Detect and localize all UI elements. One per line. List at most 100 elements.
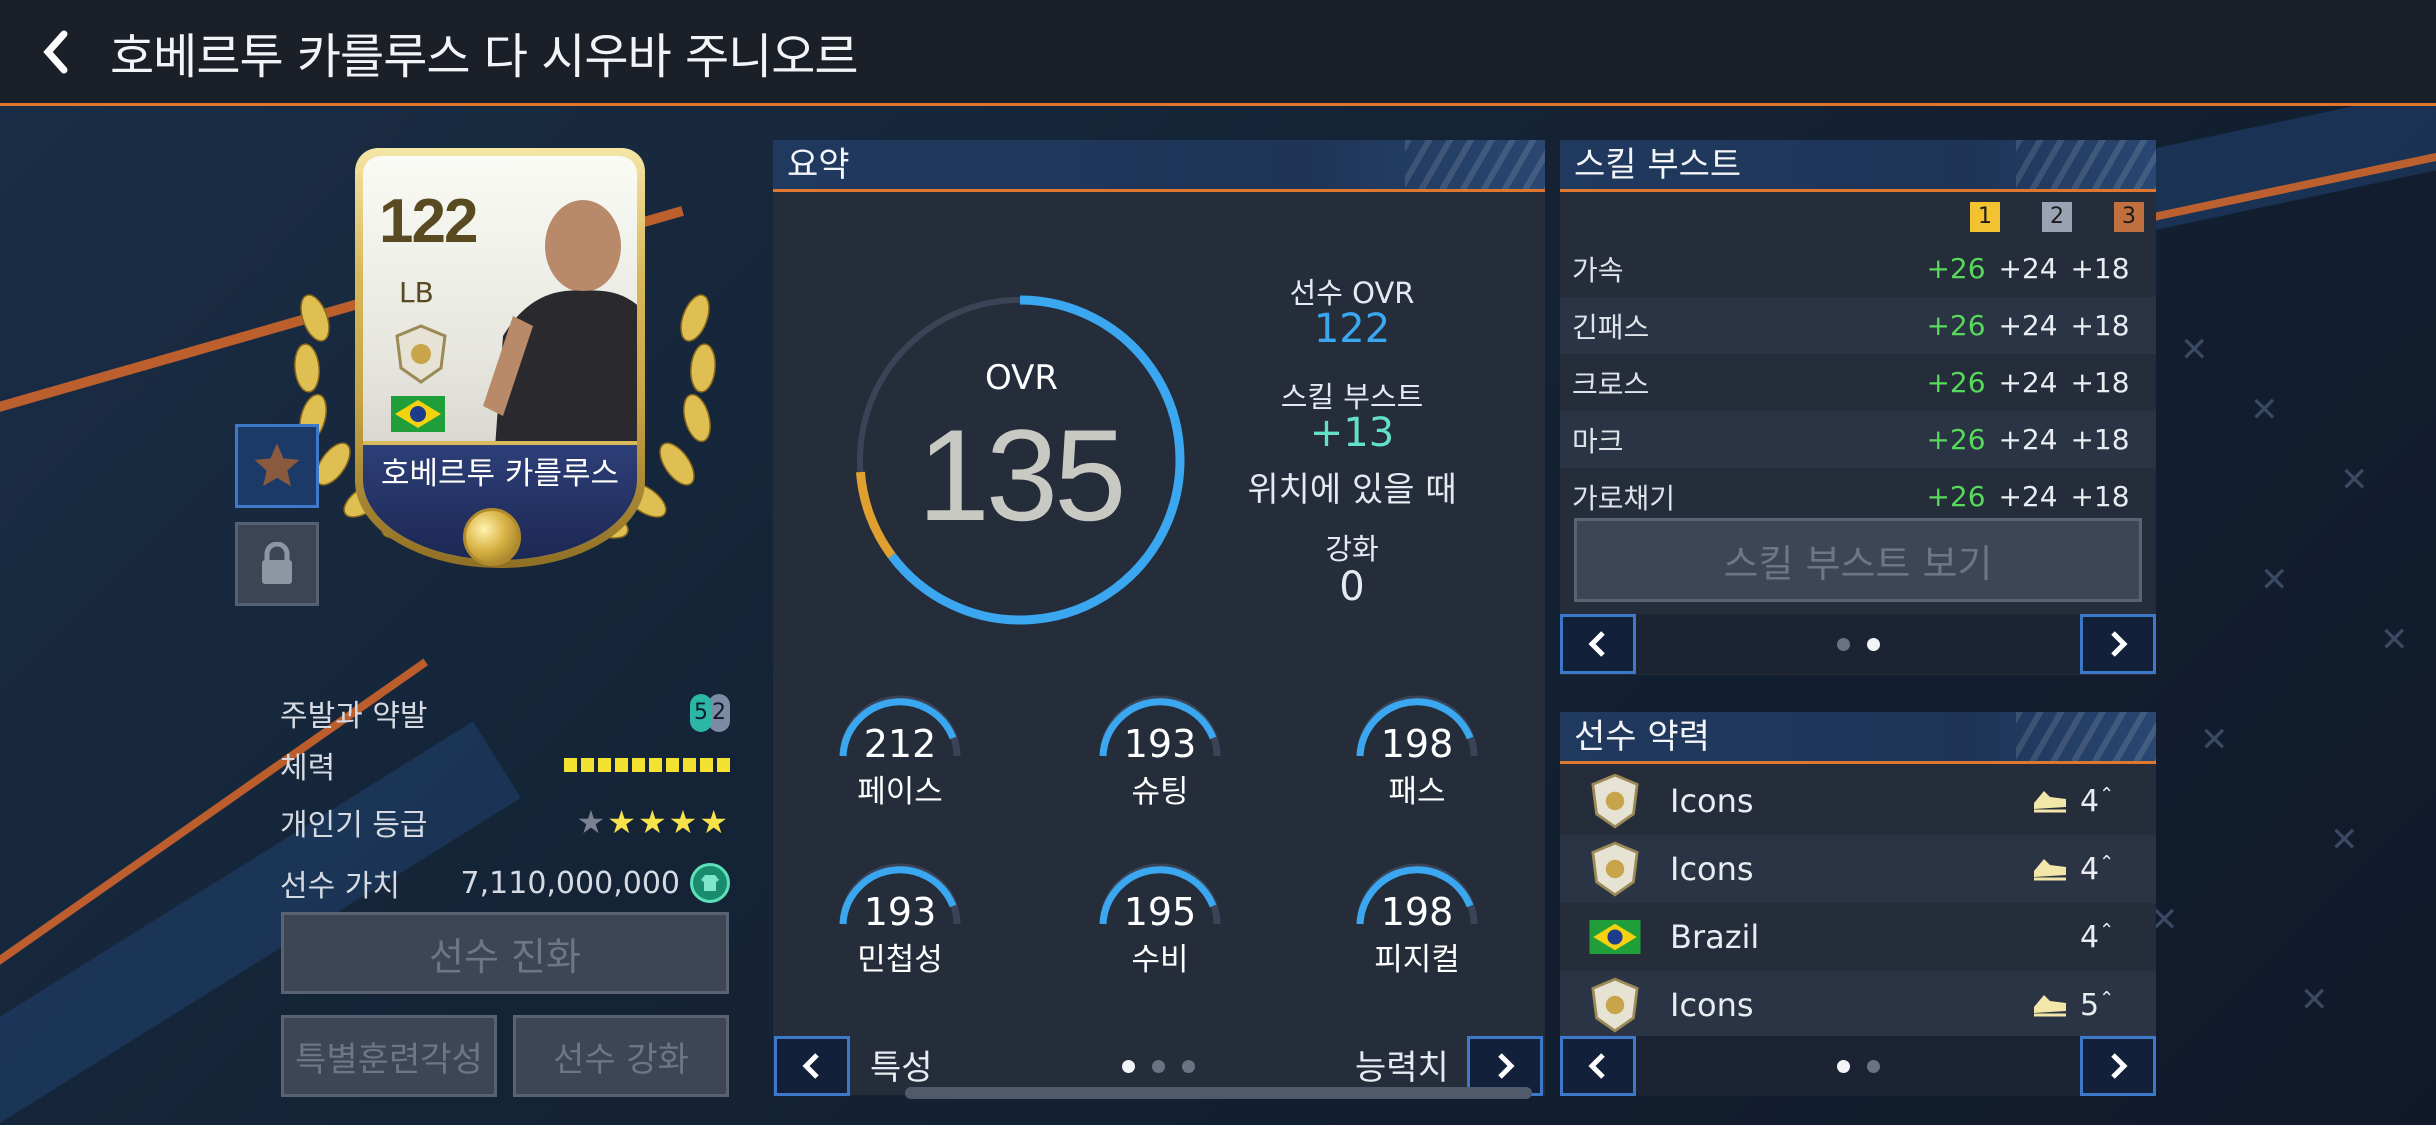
summary-prev-button[interactable]: [774, 1036, 850, 1096]
stamina-segment: [649, 758, 662, 772]
chevron-up-icon: ⌃: [2099, 987, 2115, 1009]
stamina-segment: [717, 758, 730, 772]
chemistry-name: Brazil: [1670, 918, 1760, 956]
summary-footer-right[interactable]: 능력치: [1355, 1040, 1449, 1089]
stamina-label: 체력: [280, 751, 336, 786]
stat-label: 피지컬: [1374, 942, 1460, 978]
chemistry-title: 선수 약력: [1574, 717, 1710, 757]
evolve-button[interactable]: 선수 진화: [281, 912, 729, 994]
enhance-button[interactable]: 선수 강화: [513, 1015, 729, 1097]
skill-name: 마크: [1572, 424, 1624, 458]
skill-boost-note: 위치에 있을 때: [1247, 470, 1457, 510]
popularity-label: 개인기 등급: [280, 808, 428, 843]
chemistry-row[interactable]: Icons 4⌃: [1560, 835, 2156, 903]
chemistry-prev-button[interactable]: [1560, 1036, 1636, 1096]
chemistry-level: 4: [2080, 851, 2100, 887]
page-title: 호베르투 카를루스 다 시우바 주니오르: [110, 28, 859, 85]
icons-badge-icon: [1591, 773, 1639, 829]
player-card[interactable]: 122 LB 호베르투 카를루스: [285, 138, 725, 578]
stat-value: 198: [1380, 722, 1454, 766]
stamina-segment: [615, 758, 628, 772]
summary-header: 요약: [773, 140, 1545, 192]
chevron-left-icon: [1588, 631, 1605, 657]
page-dot: [1122, 1060, 1135, 1073]
stamina-bar: [564, 758, 730, 772]
skill-boost-header: 스킬 부스트: [1560, 140, 2156, 192]
chemistry-panel: 선수 약력 Icons 4⌃ Icons 4⌃ Brazil 4⌃ Icons …: [1560, 712, 2156, 1096]
lock-button[interactable]: [235, 522, 319, 606]
summary-footer-left[interactable]: 특성: [870, 1040, 933, 1089]
skill-boost-prev-button[interactable]: [1560, 614, 1636, 674]
chevron-up-icon: ⌃: [2099, 919, 2115, 941]
ball-icon: [463, 508, 521, 566]
star-icon: ★: [668, 803, 700, 841]
stat-value: 212: [863, 722, 937, 766]
skill-boost-panel: 스킬 부스트 1 2 3 가속 +26 +24 +18 긴패스 +26 +24 +…: [1560, 140, 2156, 675]
currency-coin-icon: [690, 863, 730, 903]
popularity-stars: ★★★★★: [577, 803, 730, 841]
chemistry-name: Icons: [1670, 850, 1754, 888]
chemistry-row[interactable]: Brazil 4⌃: [1560, 903, 2156, 971]
stamina-segment: [700, 758, 713, 772]
player-ovr-value: 122: [1313, 306, 1391, 352]
stat-label: 페이스: [857, 774, 943, 810]
star-icon: [254, 443, 300, 487]
star-icon: ★: [637, 803, 669, 841]
stat-item: 193 슈팅: [1075, 692, 1245, 832]
horizontal-scrollbar[interactable]: [905, 1087, 1532, 1099]
chemistry-header: 선수 약력: [1560, 712, 2156, 764]
rank-3-badge: 3: [2114, 202, 2144, 232]
skill-boost-next-button[interactable]: [2080, 614, 2156, 674]
skill-name: 가속: [1572, 253, 1624, 287]
foot-badge: 5 2: [690, 694, 730, 732]
stamina-row: 체력: [280, 740, 730, 790]
boot-icon: [2034, 791, 2066, 813]
page-dot: [1837, 1060, 1850, 1073]
chemistry-name: Icons: [1670, 986, 1754, 1024]
stamina-segment: [632, 758, 645, 772]
rank-2-boost: +24: [1998, 366, 2058, 399]
stamina-segment: [683, 758, 696, 772]
chemistry-name: Icons: [1670, 782, 1754, 820]
value-row: 선수 가치 7,110,000,000: [280, 858, 730, 908]
enhance-value: 0: [1339, 564, 1365, 610]
chevron-right-icon: [1498, 1053, 1515, 1079]
star-icon: ★: [576, 803, 608, 841]
summary-title: 요약: [787, 145, 850, 185]
rank-3-boost: +18: [2070, 252, 2130, 285]
rank-3-boost: +18: [2070, 309, 2130, 342]
strong-foot-value: 5: [690, 694, 712, 732]
special-training-button[interactable]: 특별훈련각성: [281, 1015, 497, 1097]
rank-2-badge: 2: [2042, 202, 2072, 232]
favorite-button[interactable]: [235, 424, 319, 508]
skill-boost-view-button[interactable]: 스킬 부스트 보기: [1574, 518, 2142, 602]
chemistry-next-button[interactable]: [2080, 1036, 2156, 1096]
stat-item: 198 피지컬: [1332, 860, 1502, 1000]
chemistry-row[interactable]: Icons 4⌃: [1560, 767, 2156, 835]
skill-name: 크로스: [1572, 367, 1650, 401]
chevron-left-icon: [43, 30, 68, 73]
rank-3-boost: +18: [2070, 480, 2130, 513]
rank-2-boost: +24: [1998, 480, 2058, 513]
lock-icon: [262, 542, 292, 584]
back-button[interactable]: [0, 0, 110, 105]
rank-1-boost: +26: [1926, 480, 1986, 513]
rank-1-boost: +26: [1926, 423, 1986, 456]
chevron-left-icon: [802, 1053, 819, 1079]
player-photo: [483, 200, 637, 476]
chemistry-level: 4: [2080, 783, 2100, 819]
page-dot: [1152, 1060, 1165, 1073]
chevron-up-icon: ⌃: [2099, 783, 2115, 805]
stat-label: 민첩성: [857, 942, 943, 978]
foot-row: 주발과 약발 5 2: [280, 688, 730, 738]
ovr-value: 135: [917, 402, 1127, 548]
chevron-up-icon: ⌃: [2099, 851, 2115, 873]
stamina-segment: [581, 758, 594, 772]
stat-value: 193: [1123, 722, 1197, 766]
skill-boost-value: +13: [1309, 410, 1395, 456]
rank-1-boost: +26: [1926, 252, 1986, 285]
chemistry-row[interactable]: Icons 5⌃: [1560, 971, 2156, 1039]
brazil-flag-icon: [391, 396, 445, 432]
card-position: LB: [399, 276, 434, 309]
stamina-segment: [598, 758, 611, 772]
